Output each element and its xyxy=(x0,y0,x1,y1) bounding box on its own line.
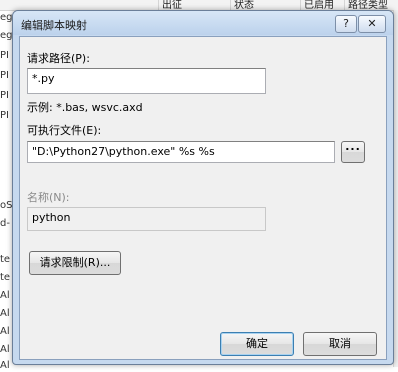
name-input[interactable]: python xyxy=(27,207,266,231)
request-path-example: 示例: *.bas, wsvc.axd xyxy=(27,101,143,114)
dialog-title: 编辑脚本映射 xyxy=(21,19,87,32)
background-column-header[interactable]: 路径类型 xyxy=(344,0,388,11)
executable-input[interactable]: "D:\Python27\python.exe" %s %s xyxy=(27,141,335,163)
edit-script-map-dialog: 编辑脚本映射 ? ✕ 请求路径(P): *.py 示例: *.bas, wsvc… xyxy=(12,10,394,365)
background-column-header[interactable]: 出征 xyxy=(158,0,182,11)
request-path-input[interactable]: *.py xyxy=(27,68,266,94)
cancel-button[interactable]: 取消 xyxy=(303,332,377,356)
dialog-body: 请求路径(P): *.py 示例: *.bas, wsvc.axd 可执行文件(… xyxy=(19,36,387,360)
background-column-header[interactable]: 已启用 xyxy=(300,0,334,11)
name-label: 名称(N): xyxy=(27,191,70,204)
executable-label: 可执行文件(E): xyxy=(27,124,102,137)
ok-button[interactable]: 确定 xyxy=(220,332,294,356)
background-column-header[interactable]: 状态 xyxy=(230,0,254,11)
browse-button[interactable]: ... xyxy=(341,141,365,163)
request-restrictions-button[interactable]: 请求限制(R)... xyxy=(29,251,121,275)
close-button[interactable]: ✕ xyxy=(358,15,386,33)
help-button[interactable]: ? xyxy=(335,15,357,33)
dialog-titlebar[interactable]: 编辑脚本映射 ? ✕ xyxy=(13,11,393,35)
close-icon: ✕ xyxy=(367,17,377,30)
help-icon: ? xyxy=(343,17,349,30)
request-path-label: 请求路径(P): xyxy=(27,52,90,65)
